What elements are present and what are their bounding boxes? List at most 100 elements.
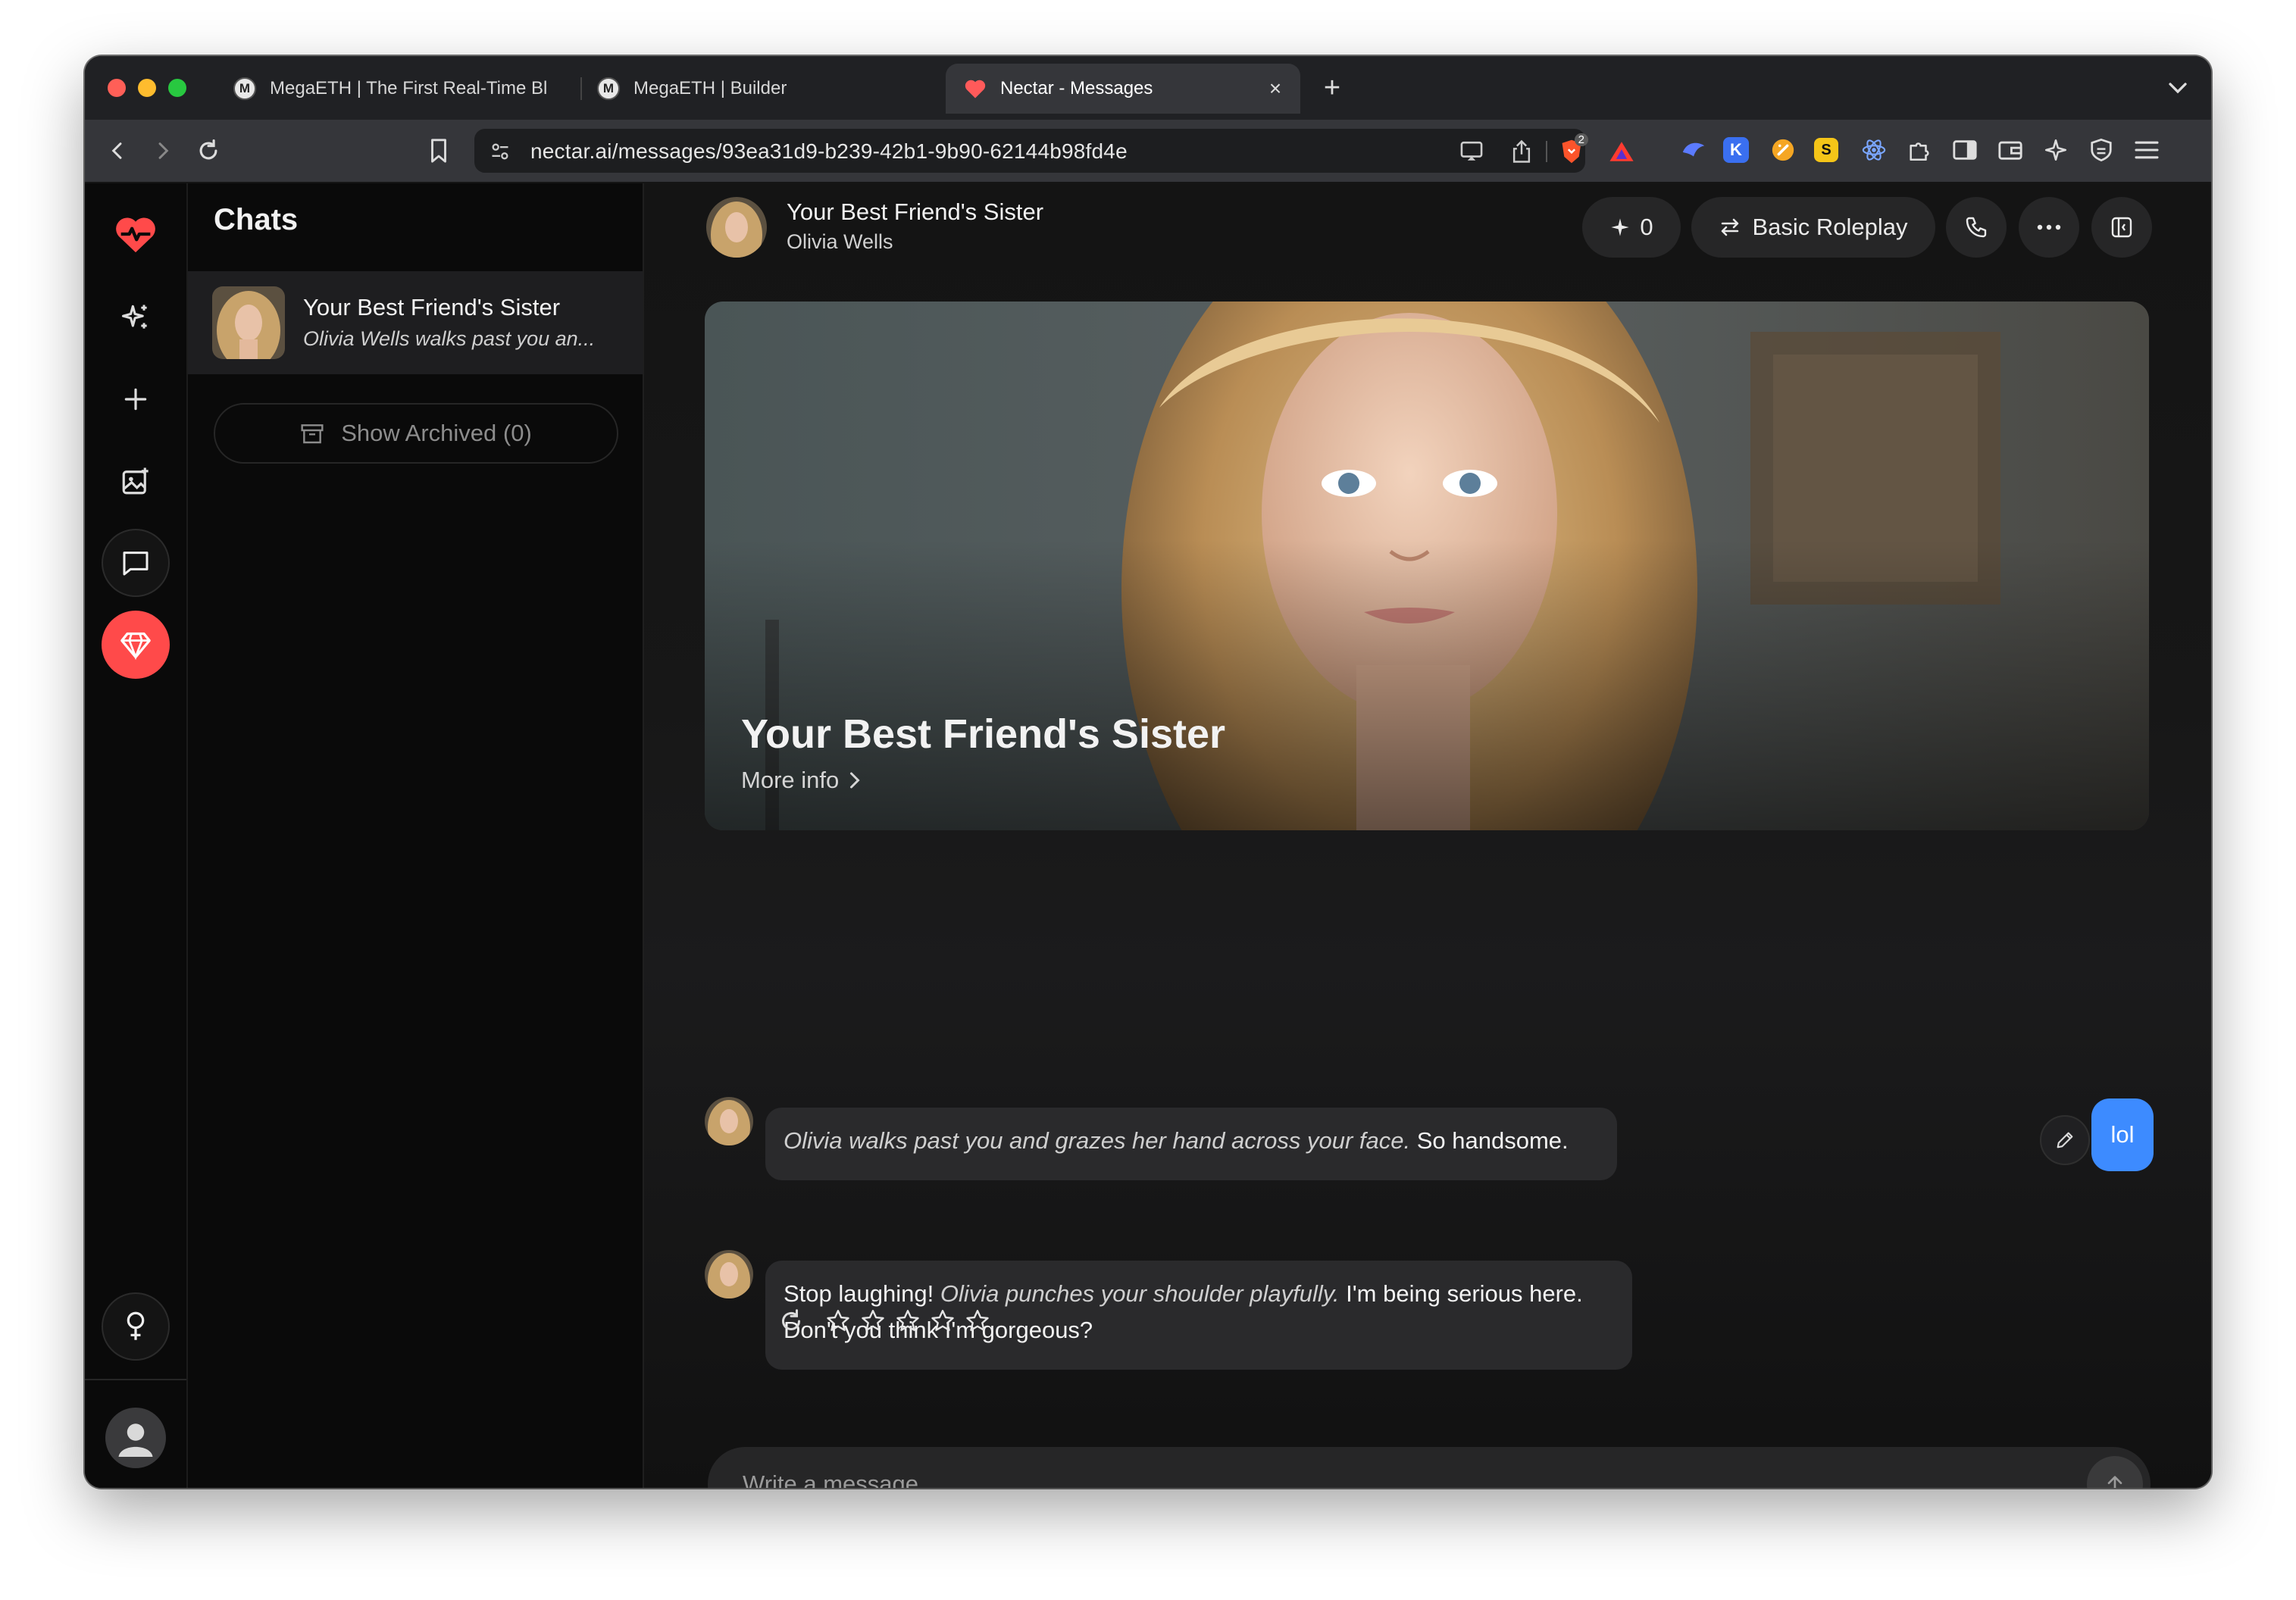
tab-separator [580,77,582,100]
character-avatar[interactable] [706,197,767,258]
browser-window: M MegaETH | The First Real-Time Bl M Meg… [85,56,2211,1488]
leo-ai-icon[interactable] [2040,134,2072,166]
reload-button[interactable] [191,133,226,168]
roleplay-action: Olivia punches your shoulder playfully. [940,1280,1340,1307]
cast-icon[interactable] [1456,136,1487,167]
chat-header-subtitle: Olivia Wells [787,230,893,253]
message-composer [708,1447,2151,1488]
nectar-app: Chats Your Best Friend's Sister Olivia W… [85,183,2211,1488]
hero-title: Your Best Friend's Sister [741,711,1226,757]
toolbar: nectar.ai/messages/93ea31d9-b239-42b1-9b… [85,120,2211,183]
menu-icon[interactable] [2131,134,2163,166]
extension-coin-icon[interactable] [1767,134,1799,166]
chats-icon[interactable] [102,529,170,597]
bookmark-icon[interactable] [421,133,456,168]
sidebar-toggle-icon[interactable] [1949,134,1981,166]
send-button[interactable] [2087,1456,2143,1488]
more-horizontal-icon [2037,223,2061,231]
panel-icon [2110,215,2134,239]
star-icon[interactable] [824,1308,852,1335]
megaeth-favicon-icon: M [233,77,256,100]
address-bar[interactable]: nectar.ai/messages/93ea31d9-b239-42b1-9b… [474,129,1634,173]
regenerate-icon[interactable] [777,1308,805,1335]
message-text: lol [2110,1121,2135,1148]
vpn-shield-icon[interactable] [2085,134,2117,166]
star-icon[interactable] [964,1308,991,1335]
sparkle-count: 0 [1640,214,1653,240]
bot-avatar [705,1250,753,1298]
star-icon[interactable] [894,1308,921,1335]
tab-megaeth-home[interactable]: M MegaETH | The First Real-Time Bl [233,64,567,114]
tab-bar: M MegaETH | The First Real-Time Bl M Meg… [85,56,2211,120]
star-icon[interactable] [929,1308,956,1335]
message-text: Stop laughing! [784,1280,940,1307]
zoom-window-button[interactable] [168,79,186,97]
share-icon[interactable] [1506,136,1537,167]
show-archived-button[interactable]: Show Archived (0) [214,403,618,464]
archive-box-icon [300,422,324,445]
star-rating [824,1308,999,1335]
shields-badge: 2 [1574,133,1588,146]
character-hero-card[interactable]: Your Best Friend's Sister More info [705,302,2149,830]
user-avatar-icon[interactable] [105,1408,166,1468]
sparkle-count-button[interactable]: 0 [1582,197,1681,258]
premium-diamond-icon[interactable] [102,611,170,679]
chat-title: Your Best Friend's Sister [303,294,561,320]
extensions-puzzle-icon[interactable] [1903,134,1935,166]
pencil-icon [2054,1130,2075,1151]
message-input[interactable] [741,1464,2032,1488]
gender-female-icon[interactable] [102,1292,170,1361]
nav-rail [85,183,188,1488]
arrow-up-icon [2103,1472,2127,1488]
chat-list-item[interactable]: Your Best Friend's Sister Olivia Wells w… [188,271,643,374]
roleplay-mode-button[interactable]: Basic Roleplay [1691,197,1935,258]
user-message: lol [2091,1098,2154,1171]
swap-arrows-icon [1719,216,1741,239]
sidebar-title: Chats [214,203,299,236]
tab-megaeth-builder[interactable]: M MegaETH | Builder [597,64,931,114]
toggle-panel-button[interactable] [2091,197,2152,258]
image-generate-icon[interactable] [102,447,170,515]
bot-avatar [705,1097,753,1145]
discover-sparkles-icon[interactable] [102,283,170,352]
divider [85,1379,186,1380]
tab-label: MegaETH | Builder [633,78,787,98]
brave-rewards-icon[interactable] [1606,136,1637,167]
more-info-label: More info [741,767,840,793]
back-button[interactable] [100,133,135,168]
new-tab-button[interactable]: + [1315,71,1349,105]
more-info-link[interactable]: More info [741,767,862,794]
forward-button[interactable] [145,133,180,168]
extension-bird-icon[interactable] [1678,134,1709,166]
megaeth-favicon-icon: M [597,77,620,100]
message-actions [777,1308,999,1335]
chat-header-title: Your Best Friend's Sister [787,198,1044,225]
star-icon[interactable] [859,1308,887,1335]
extension-react-icon[interactable] [1858,134,1890,166]
divider [1546,141,1547,162]
site-settings-icon[interactable] [485,136,515,167]
more-options-button[interactable] [2019,197,2079,258]
chevron-down-icon[interactable] [2163,73,2193,103]
call-button[interactable] [1946,197,2007,258]
sparkle-icon [1609,217,1631,238]
brave-shields-icon[interactable]: 2 [1556,133,1588,167]
chat-main: Your Best Friend's Sister Olivia Wells 0… [644,183,2211,1488]
chats-sidebar: Chats Your Best Friend's Sister Olivia W… [188,183,644,1488]
extension-k-icon[interactable]: K [1723,137,1749,163]
chat-thumbnail [212,286,285,359]
extension-s-icon[interactable]: S [1814,138,1838,162]
tab-nectar-messages[interactable]: Nectar - Messages × [946,64,1300,114]
heart-favicon-icon [964,78,987,99]
close-tab-icon[interactable]: × [1264,77,1287,100]
nectar-logo-icon[interactable] [102,200,170,268]
edit-message-button[interactable] [2040,1115,2090,1165]
minimize-window-button[interactable] [138,79,156,97]
chat-preview: Olivia Wells walks past you an... [303,327,596,350]
roleplay-action: Olivia walks past you and grazes her han… [784,1127,1411,1154]
create-plus-icon[interactable] [102,365,170,433]
close-window-button[interactable] [108,79,126,97]
wallet-icon[interactable] [1994,134,2026,166]
bot-message: Olivia walks past you and grazes her han… [765,1108,1617,1180]
chevron-right-icon [848,771,862,789]
